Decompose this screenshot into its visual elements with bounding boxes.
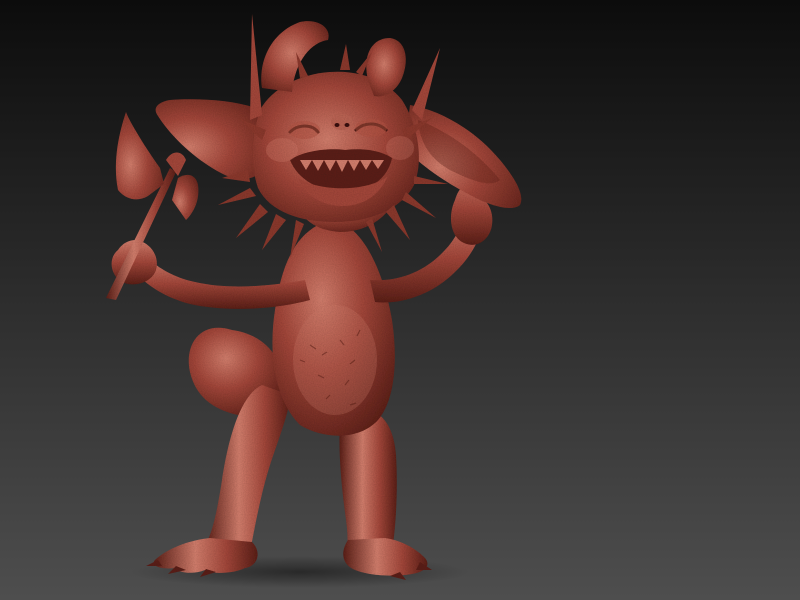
cheek-highlight [266,138,298,162]
nostril-right [344,123,350,127]
sculpt-viewport[interactable] [0,0,800,600]
nose [331,114,353,130]
left-eye-lid [288,121,320,139]
creature-render [0,0,800,600]
cheek-highlight [386,136,414,160]
nostril-left [334,123,340,127]
right-eye-lid [355,119,387,137]
belly-highlight [293,305,377,415]
